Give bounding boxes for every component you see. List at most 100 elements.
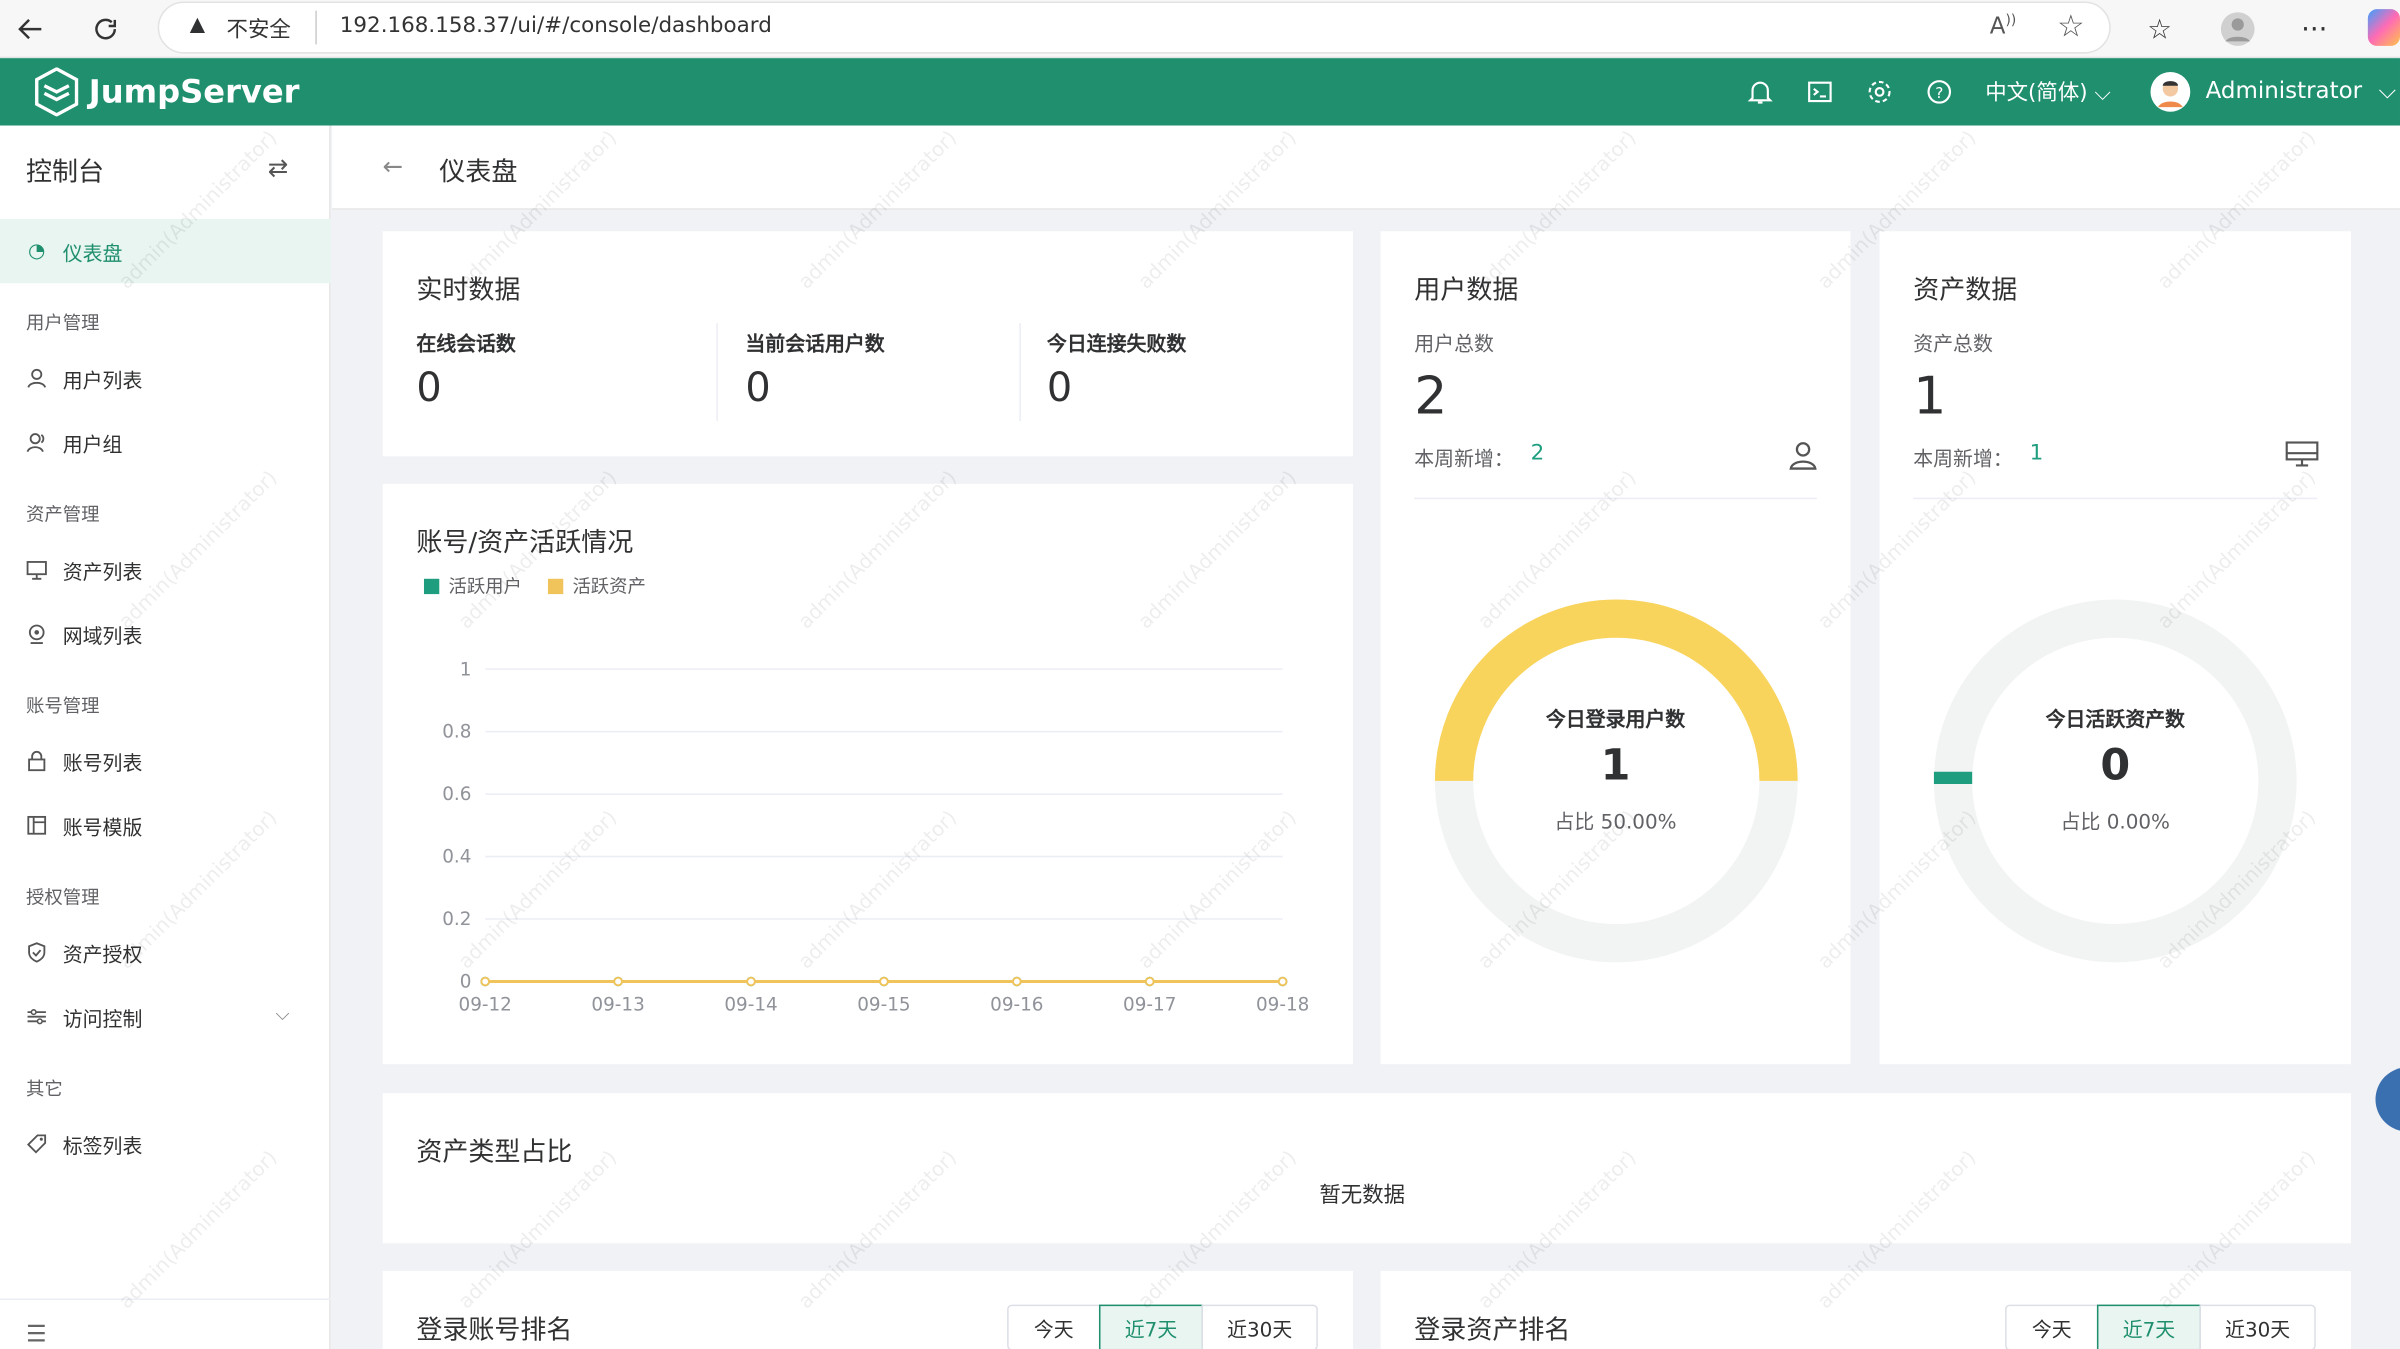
legend-label: 活跃资产 (572, 577, 645, 598)
login-asset-rank-card: 登录资产排名 今天 近7天 近30天 (1380, 1270, 2352, 1349)
favorites-icon[interactable]: ☆ (2138, 8, 2181, 51)
sidebar-item-label: 用户组 (62, 434, 123, 458)
y-tick-label: 1 (460, 659, 472, 680)
language-label: 中文(简体) (1985, 81, 2088, 106)
security-label: 不安全 (226, 18, 291, 43)
browser-toolbar: ▲ 不安全 192.168.158.37/ui/#/console/dashbo… (0, 0, 2400, 59)
sidebar-item-label: 网域列表 (62, 625, 143, 649)
online-sessions-label: 在线会话数 (416, 333, 516, 357)
tab-today[interactable]: 今天 (2005, 1304, 2099, 1349)
sidebar-item-domain-list[interactable]: 网域列表 (0, 602, 331, 666)
profile-icon[interactable] (2216, 8, 2259, 51)
user-total-label: 用户总数 (1414, 333, 1494, 357)
location-pin-icon (26, 623, 47, 645)
user-total-value: 2 (1414, 365, 1448, 428)
group-perm-mgmt: 授权管理 (26, 886, 100, 909)
asset-type-card: 资产类型占比 暂无数据 (382, 1093, 2352, 1244)
top-navigation: JumpServer ? 中文(简体) ⌵ Administrator ⌵ (0, 58, 2400, 126)
user-gauge-value: 1 (1600, 739, 1631, 791)
divider (1913, 497, 2318, 500)
user-data-card: 用户数据 用户总数 2 本周新增： 2 今日登录用户数 1 占比 50.00% (1380, 231, 1851, 1065)
sidebar-item-label-list[interactable]: 标签列表 (0, 1112, 331, 1176)
user-weekly-value: 2 (1530, 440, 1545, 466)
address-bar[interactable]: ▲ 不安全 192.168.158.37/ui/#/console/dashbo… (157, 1, 2111, 54)
sidebar-item-asset-list[interactable]: 资产列表 (0, 537, 331, 601)
favorite-star-icon[interactable]: ☆ (2057, 8, 2084, 45)
tab-7days[interactable]: 近7天 (2096, 1304, 2202, 1349)
settings-gear-icon[interactable] (1866, 78, 1894, 112)
copilot-icon[interactable] (2367, 9, 2400, 46)
page-header: ← 仪表盘 (332, 125, 2400, 210)
data-point (1012, 976, 1022, 987)
sidebar-item-label: 账号模版 (62, 816, 143, 840)
tab-label: 近30天 (1227, 1319, 1293, 1343)
language-select[interactable]: 中文(简体) ⌵ (1985, 77, 2111, 108)
data-point (879, 976, 889, 987)
user-gauge-ratio: 占比 50.00% (1554, 811, 1677, 835)
user-menu[interactable]: Administrator ⌵ (2206, 77, 2396, 105)
y-tick-label: 0 (460, 972, 472, 993)
group-user-mgmt: 用户管理 (26, 312, 100, 334)
tag-icon (26, 1133, 47, 1154)
sidebar-item-label: 访问控制 (62, 1008, 143, 1032)
bell-icon[interactable] (1746, 78, 1774, 112)
floating-assistant-avatar[interactable] (2375, 1067, 2400, 1132)
help-icon[interactable]: ? (1925, 78, 1953, 112)
sidebar-item-dashboard[interactable]: ◔ 仪表盘 (0, 218, 331, 284)
sidebar-item-account-list[interactable]: 账号列表 (0, 729, 331, 793)
tab-30days[interactable]: 近30天 (1201, 1304, 1318, 1349)
read-aloud-icon[interactable]: A)) (1990, 12, 2016, 40)
back-arrow-icon[interactable]: ← (383, 152, 404, 181)
asset-weekly-value: 1 (2029, 440, 2044, 466)
asset-total-value: 1 (1913, 365, 1947, 428)
svg-text:?: ? (1935, 84, 1943, 102)
sidebar-item-account-template[interactable]: 账号模版 (0, 793, 331, 857)
avatar[interactable] (2150, 71, 2191, 112)
asset-total-label: 资产总数 (1913, 333, 1993, 357)
sidebar-item-asset-permission[interactable]: 资产授权 (0, 920, 331, 984)
sidebar-item-user-list[interactable]: 用户列表 (0, 346, 331, 410)
asset-weekly-label: 本周新增： (1913, 448, 2013, 472)
asset-data-title: 资产数据 (1913, 275, 2018, 307)
jumpserver-logo-icon (35, 67, 79, 117)
sidebar-item-label: 标签列表 (62, 1135, 143, 1159)
login-account-rank-title: 登录账号排名 (416, 1315, 573, 1346)
asset-gauge-value: 0 (2100, 739, 2131, 791)
x-tick-label: 09-14 (724, 995, 777, 1016)
empty-state: 暂无数据 (1319, 1183, 1406, 1209)
data-point (1277, 976, 1288, 987)
asset-gauge-ratio: 占比 0.00% (2060, 811, 2170, 835)
session-users-value: 0 (745, 365, 771, 412)
reload-icon[interactable] (84, 8, 127, 51)
terminal-icon[interactable] (1806, 78, 1834, 112)
user-data-title: 用户数据 (1414, 275, 1519, 307)
chevron-down-icon: ⌵ (2094, 81, 2111, 106)
sidebar-item-user-group[interactable]: 用户组 (0, 410, 331, 474)
y-tick-label: 0.2 (442, 909, 471, 930)
asset-type-title: 资产类型占比 (416, 1137, 573, 1169)
more-icon[interactable]: ··· (2293, 8, 2336, 51)
back-icon[interactable] (9, 8, 52, 51)
data-point (1144, 976, 1155, 987)
sidebar-item-access-control[interactable]: 访问控制 ⌵ (0, 985, 331, 1049)
chevron-down-icon: ⌵ (2378, 76, 2397, 105)
tab-label: 近7天 (2122, 1319, 2176, 1343)
tab-30days[interactable]: 近30天 (2199, 1304, 2316, 1349)
user-name: Administrator (2205, 76, 2363, 105)
legend-label: 活跃用户 (448, 577, 521, 598)
user-icon (1788, 439, 1819, 476)
y-tick-label: 0.8 (442, 722, 471, 743)
tab-today[interactable]: 今天 (1007, 1304, 1101, 1349)
activity-line-chart: 活跃用户 活跃资产 1 0.8 0.6 0.4 0.2 009-12 09-13 09-14 09-… (423, 577, 1309, 1016)
y-tick-label: 0.4 (442, 847, 471, 868)
switch-view-icon[interactable]: ⇄ (268, 153, 289, 182)
logo[interactable]: JumpServer (34, 67, 300, 117)
url-text: 192.168.158.37/ui/#/console/dashboard (339, 13, 772, 39)
tab-label: 近30天 (2225, 1319, 2291, 1343)
legend-swatch (423, 578, 440, 595)
user-group-icon (26, 432, 47, 453)
x-tick-label: 09-13 (591, 995, 644, 1016)
collapse-menu-icon[interactable]: ☰ (26, 1320, 47, 1348)
divider (1019, 323, 1021, 422)
tab-7days[interactable]: 近7天 (1098, 1304, 1204, 1349)
